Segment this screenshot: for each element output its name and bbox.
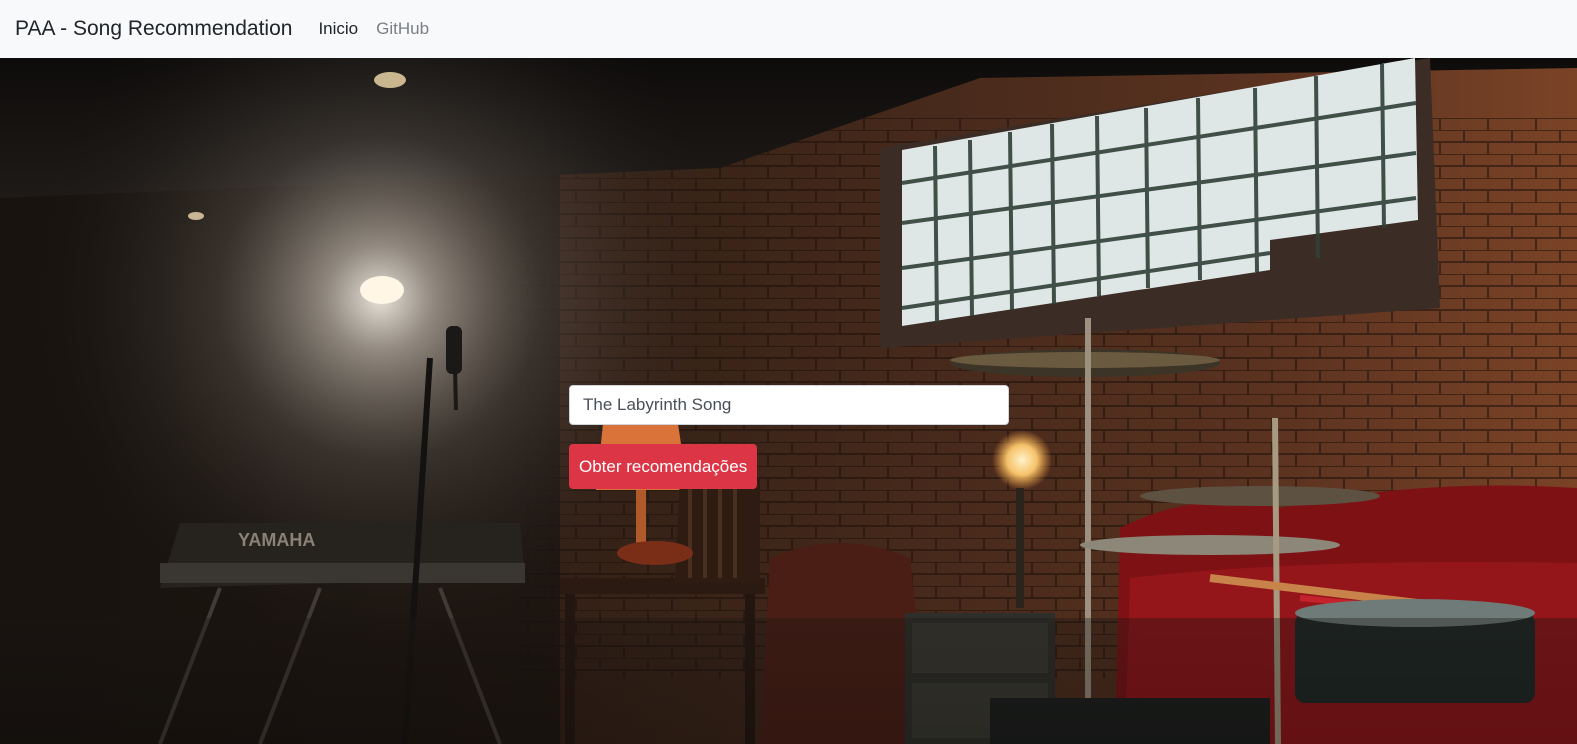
song-search-input[interactable] xyxy=(569,385,1009,425)
nav-link-inicio[interactable]: Inicio xyxy=(318,19,358,39)
top-navbar: PAA - Song Recommendation Inicio GitHub xyxy=(0,0,1577,58)
get-recommendations-button[interactable]: Obter recomendações xyxy=(569,444,758,489)
nav-link-github[interactable]: GitHub xyxy=(376,19,429,39)
navbar-brand[interactable]: PAA - Song Recommendation xyxy=(15,17,292,41)
keyboard-brand-label: YAMAHA xyxy=(238,530,315,550)
